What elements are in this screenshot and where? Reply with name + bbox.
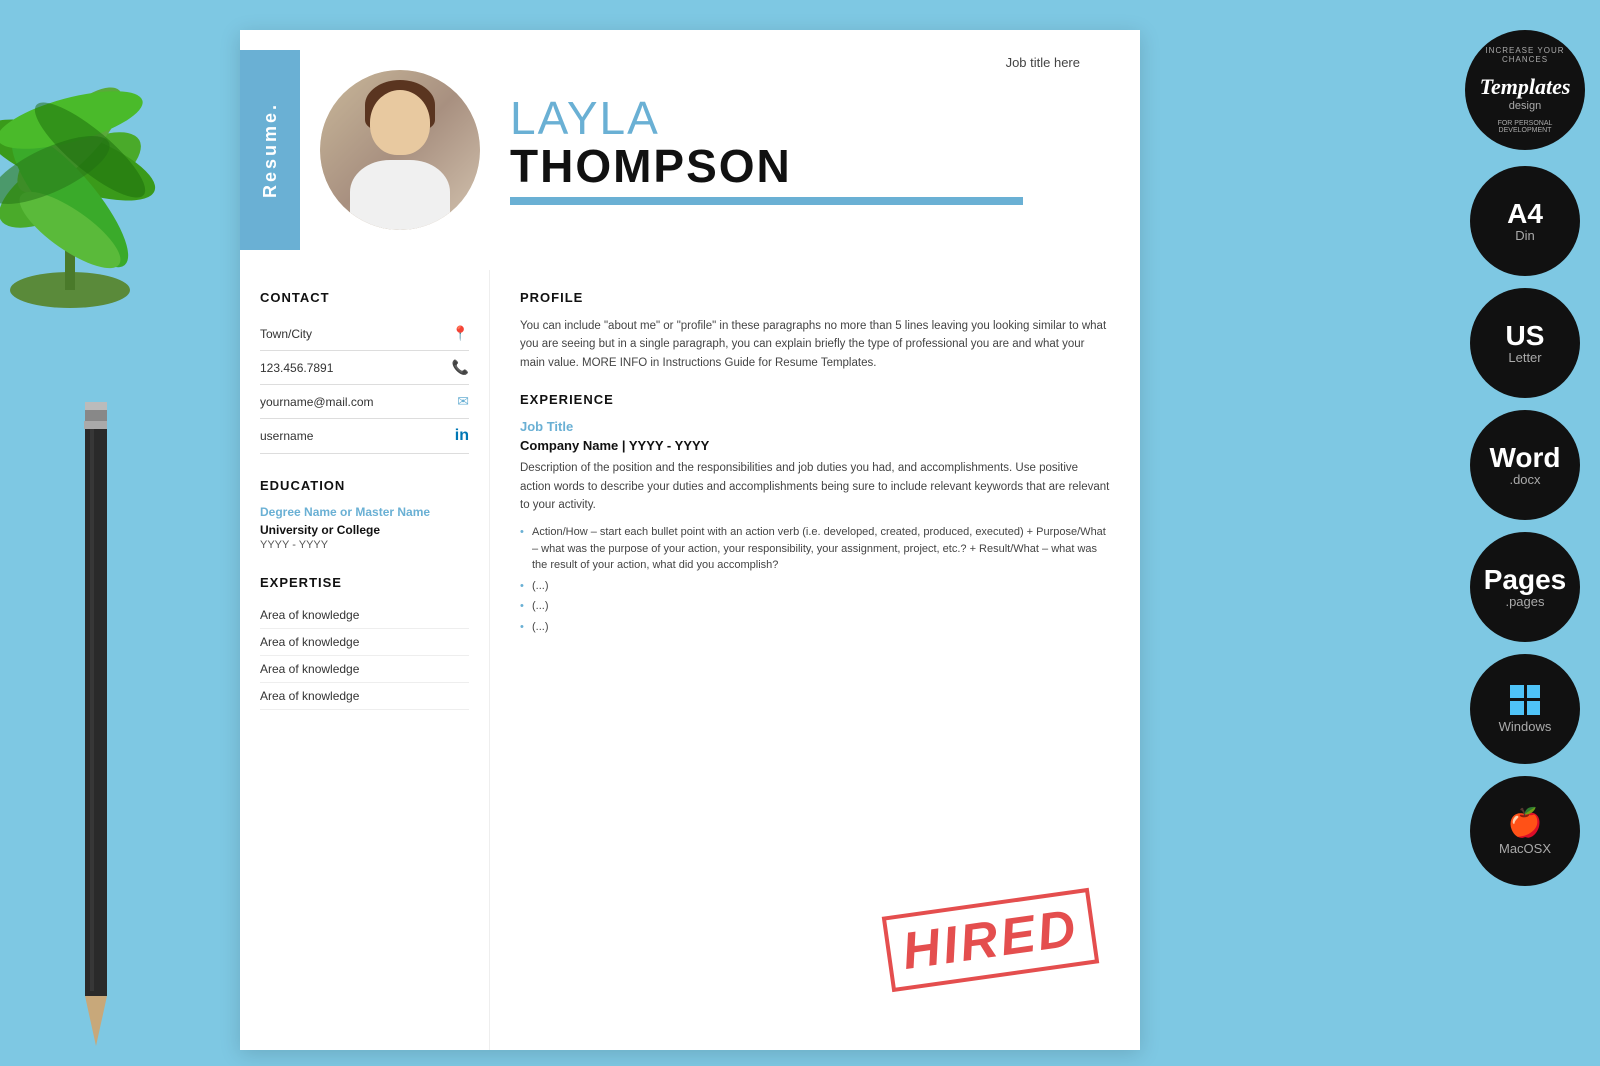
- bullet-item-3: (...): [520, 598, 1110, 615]
- a4-sub-label: Din: [1515, 228, 1535, 243]
- resume-sidebar-bar: Resume.: [240, 50, 300, 250]
- logo-top-text: INCREASE YOUR CHANCES: [1485, 46, 1565, 64]
- pages-main-label: Pages: [1484, 566, 1567, 594]
- us-main-label: US: [1506, 322, 1545, 350]
- macosx-option-circle[interactable]: 🍎 MacOSX: [1470, 776, 1580, 886]
- contact-town-text: Town/City: [260, 327, 312, 341]
- resume-sidebar-label: Resume.: [260, 102, 281, 198]
- last-name: THOMPSON: [510, 141, 1080, 192]
- win-pane-1: [1510, 685, 1524, 699]
- person-body: [350, 160, 450, 230]
- windows-option-circle[interactable]: Windows: [1470, 654, 1580, 764]
- word-option-circle[interactable]: Word .docx: [1470, 410, 1580, 520]
- bullet-item-2: (...): [520, 578, 1110, 595]
- profile-section-title: PROFILE: [520, 290, 1110, 305]
- resume-paper: Resume. Job title here LAYLA THOMPSON: [240, 30, 1140, 1050]
- apple-icon: 🍎: [1508, 806, 1543, 839]
- resume-body: CONTACT Town/City 📍 123.456.7891 📞 yourn…: [240, 270, 1140, 1050]
- contact-linkedin: username in: [260, 419, 469, 454]
- profile-text: You can include "about me" or "profile" …: [520, 317, 1110, 372]
- job-title-placeholder: Job title here: [1006, 55, 1080, 70]
- logo-bottom-text: FOR PERSONAL DEVELOPMENT: [1490, 120, 1560, 134]
- us-sub-label: Letter: [1508, 350, 1541, 365]
- right-sidebar: INCREASE YOUR CHANCES Templates design F…: [1460, 30, 1590, 886]
- contact-email-text: yourname@mail.com: [260, 395, 374, 409]
- us-letter-option-circle[interactable]: US Letter: [1470, 288, 1580, 398]
- university-name: University or College: [260, 523, 469, 537]
- expertise-item: Area of knowledge: [260, 629, 469, 656]
- expertise-item: Area of knowledge: [260, 602, 469, 629]
- resume-header: Resume. Job title here LAYLA THOMPSON: [240, 30, 1140, 270]
- windows-label: Windows: [1499, 719, 1552, 734]
- name-area: Job title here LAYLA THOMPSON: [500, 50, 1100, 215]
- win-pane-2: [1527, 685, 1541, 699]
- templates-logo-circle: INCREASE YOUR CHANCES Templates design F…: [1465, 30, 1585, 150]
- email-icon: ✉: [457, 393, 469, 410]
- experience-section-title: EXPERIENCE: [520, 392, 1110, 407]
- hired-stamp-text: HIRED: [881, 888, 1098, 992]
- experience-description: Description of the position and the resp…: [520, 459, 1110, 514]
- a4-option-circle[interactable]: A4 Din: [1470, 166, 1580, 276]
- photo-placeholder: [320, 70, 480, 230]
- contact-username-text: username: [260, 429, 313, 443]
- person-face: [370, 90, 430, 155]
- expertise-item: Area of knowledge: [260, 656, 469, 683]
- first-name: LAYLA: [510, 95, 1080, 141]
- pencil-decoration: [55, 366, 135, 1066]
- pages-sub-label: .pages: [1505, 594, 1544, 609]
- hired-stamp: HIRED: [900, 890, 1080, 990]
- win-pane-4: [1527, 701, 1541, 715]
- contact-town: Town/City 📍: [260, 317, 469, 351]
- word-main-label: Word: [1489, 444, 1560, 472]
- linkedin-icon: in: [455, 427, 469, 445]
- contact-section-title: CONTACT: [260, 290, 469, 305]
- education-years: YYYY - YYYY: [260, 539, 469, 551]
- company-line: Company Name | YYYY - YYYY: [520, 438, 1110, 453]
- macosx-label: MacOSX: [1499, 841, 1551, 856]
- location-icon: 📍: [452, 325, 469, 342]
- contact-email: yourname@mail.com ✉: [260, 385, 469, 419]
- right-column: PROFILE You can include "about me" or "p…: [490, 270, 1140, 1050]
- contact-phone-text: 123.456.7891: [260, 361, 333, 375]
- a4-main-label: A4: [1507, 200, 1543, 228]
- logo-main-text: Templates: [1480, 74, 1571, 100]
- degree-name: Degree Name or Master Name: [260, 505, 469, 519]
- phone-icon: 📞: [452, 359, 469, 376]
- logo-sub-text: design: [1509, 100, 1541, 112]
- word-sub-label: .docx: [1509, 472, 1540, 487]
- win-pane-3: [1510, 701, 1524, 715]
- bullet-item-4: (...): [520, 619, 1110, 636]
- pages-option-circle[interactable]: Pages .pages: [1470, 532, 1580, 642]
- profile-photo: [320, 70, 480, 230]
- expertise-section-title: EXPERTISE: [260, 575, 469, 590]
- windows-icon: [1510, 685, 1540, 715]
- name-underline: [510, 197, 1023, 205]
- education-section-title: EDUCATION: [260, 478, 469, 493]
- experience-job-title: Job Title: [520, 419, 1110, 434]
- expertise-item: Area of knowledge: [260, 683, 469, 710]
- bullet-item-1: Action/How – start each bullet point wit…: [520, 524, 1110, 574]
- contact-phone: 123.456.7891 📞: [260, 351, 469, 385]
- left-column: CONTACT Town/City 📍 123.456.7891 📞 yourn…: [240, 270, 490, 1050]
